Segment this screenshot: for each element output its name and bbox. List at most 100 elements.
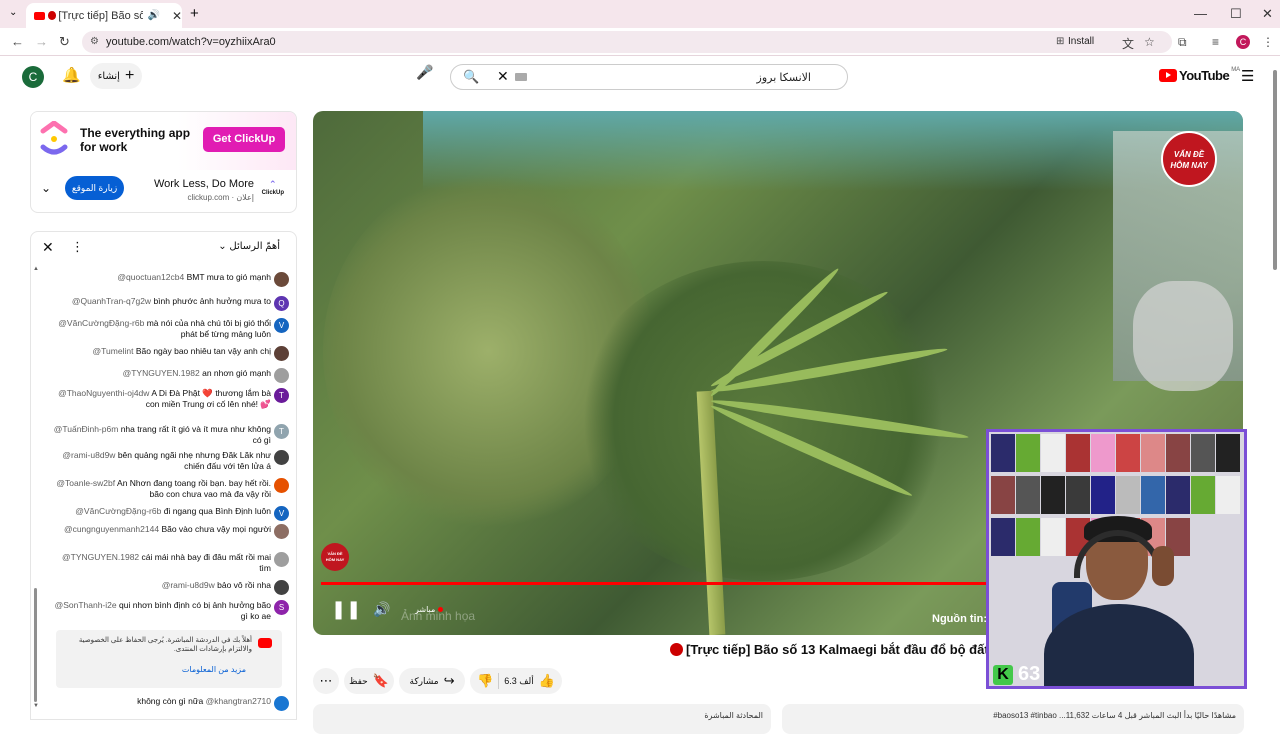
chat-author[interactable]: @VănCườngĐặng-r6b <box>75 506 161 516</box>
ad-banner[interactable]: The everything app for work Get ClickUp <box>31 112 296 170</box>
sponsored-ad-card[interactable]: The everything app for work Get ClickUp … <box>30 111 297 213</box>
chat-author[interactable]: @SonThanh-i2e <box>55 600 117 610</box>
live-red-dot-icon <box>670 643 683 656</box>
browser-profile-avatar[interactable]: C <box>1236 35 1250 49</box>
chat-avatar[interactable]: T <box>274 388 289 403</box>
chat-mode-label: أهمّ الرسائل <box>229 241 280 252</box>
chat-author[interactable]: @cungnguyenmanh2144 <box>64 524 159 534</box>
chat-avatar[interactable] <box>274 696 289 711</box>
chat-author[interactable]: @TuấnĐinh-p6m <box>54 424 119 434</box>
translate-icon[interactable]: 文 <box>1122 35 1134 52</box>
chat-avatar[interactable]: S <box>274 600 289 615</box>
voice-search-icon[interactable]: 🎤 <box>414 64 436 86</box>
chat-author[interactable]: @rami-u8d9w <box>162 580 215 590</box>
visit-site-button[interactable]: زيارة الموقع <box>65 176 124 200</box>
chat-author[interactable]: @khangtran2710 <box>206 696 271 706</box>
search-input[interactable]: 🔍 ✕ الانسكا بروز <box>450 64 848 90</box>
extensions-icon[interactable]: ⧉ <box>1178 35 1187 50</box>
clear-search-icon[interactable]: ✕ <box>497 68 509 85</box>
dislike-icon[interactable]: 👎 <box>477 673 493 689</box>
pause-icon[interactable]: ❚❚ <box>331 599 361 620</box>
live-indicator[interactable]: مباشر <box>415 605 444 614</box>
anime-poster <box>1216 476 1240 514</box>
maximize-icon[interactable]: ☐ <box>1230 6 1242 22</box>
chat-author[interactable]: @TYNGUYEN.1982 <box>62 552 139 562</box>
close-window-icon[interactable]: ✕ <box>1262 6 1273 22</box>
tab-close-icon[interactable]: ✕ <box>172 9 182 23</box>
live-chat-replay-box[interactable]: المحادثة المباشرة <box>313 704 771 734</box>
install-icon[interactable]: ⊞ <box>1056 36 1064 47</box>
browser-tab[interactable]: [Trực tiếp] Bão số 13 Kalmaegi 🔊 ✕ <box>26 3 182 28</box>
new-tab-button[interactable]: + <box>190 5 199 22</box>
chat-author[interactable]: @QuanhTran-q7g2w <box>72 296 151 306</box>
chat-avatar[interactable] <box>274 580 289 595</box>
scroll-up-icon[interactable]: ▲ <box>33 266 39 272</box>
chat-author[interactable]: @Tumelint <box>93 346 134 356</box>
chat-avatar[interactable] <box>274 346 289 361</box>
browser-menu-icon[interactable]: ⋮ <box>1262 35 1274 49</box>
forward-icon[interactable]: → <box>35 34 48 49</box>
ad-expand-chevron-icon[interactable]: ⌄ <box>41 181 51 195</box>
share-button[interactable]: مشاركة ↪ <box>399 668 465 694</box>
plus-icon: + <box>124 67 135 84</box>
chat-avatar[interactable] <box>274 524 289 539</box>
ad-title[interactable]: Work Less, Do More <box>154 178 254 190</box>
chat-scrollbar[interactable]: ▲ ▼ <box>33 266 39 710</box>
account-avatar[interactable]: C <box>22 66 44 88</box>
chat-author[interactable]: @TYNGUYEN.1982 <box>123 368 200 378</box>
chat-avatar[interactable]: V <box>274 506 289 521</box>
chat-avatar[interactable] <box>274 368 289 383</box>
scroll-down-icon[interactable]: ▼ <box>33 703 39 709</box>
chat-avatar[interactable]: T <box>274 424 289 439</box>
chat-more-icon[interactable]: ⋮ <box>71 239 84 255</box>
notice-text: أهلاً بك في الدردشة المباشرة. يُرجى الحف… <box>78 637 252 653</box>
guide-menu-icon[interactable]: ☰ <box>1241 67 1254 85</box>
learn-more-link[interactable]: مزيد من المعلومات <box>182 665 246 674</box>
chat-author[interactable]: @ThaoNguyenthi-oj4dw <box>58 388 149 398</box>
reading-list-icon[interactable]: ≡ <box>1212 35 1219 49</box>
source-caption: Nguồn tin: <box>932 613 987 625</box>
chat-author[interactable]: @quoctuan12cb4 <box>117 272 184 282</box>
like-icon[interactable]: 👍 <box>539 673 555 689</box>
create-button[interactable]: إنشاء + <box>90 63 142 89</box>
chat-author[interactable]: @VănCườngĐặng-r6b <box>58 318 144 328</box>
notifications-bell-icon[interactable]: 🔔 <box>62 66 81 84</box>
reload-icon[interactable]: ↻ <box>59 34 70 50</box>
chat-avatar[interactable] <box>274 450 289 465</box>
chat-avatar[interactable] <box>274 272 289 287</box>
chat-message-text: Bão vào chưa vậy mọi người <box>161 524 271 534</box>
chat-message: @Tumelint Bão ngày bao nhiêu tan vậy anh… <box>49 346 289 361</box>
minimize-icon[interactable]: — <box>1194 6 1207 21</box>
chat-avatar[interactable]: Q <box>274 296 289 311</box>
get-clickup-button[interactable]: Get ClickUp <box>203 127 285 152</box>
youtube-logo[interactable]: YouTube MA <box>1159 67 1240 83</box>
chat-avatar[interactable] <box>274 478 289 493</box>
chat-mode-dropdown[interactable]: أهمّ الرسائل ⌄ <box>218 241 280 252</box>
site-info-icon[interactable]: ⚙ <box>90 36 99 47</box>
tab-audio-icon[interactable]: 🔊 <box>147 10 159 21</box>
page-scroll-thumb[interactable] <box>1273 70 1277 270</box>
install-button[interactable]: Install <box>1068 36 1094 47</box>
bookmark-star-icon[interactable]: ☆ <box>1144 35 1155 49</box>
back-icon[interactable]: ← <box>11 34 24 49</box>
save-button[interactable]: حفظ 🔖 <box>344 668 394 694</box>
chat-scroll-thumb[interactable] <box>34 588 37 702</box>
ad-brand-logo: ⌃ ClickUp <box>261 179 284 196</box>
volume-icon[interactable]: 🔊 <box>373 601 390 618</box>
browser-tab-bar: ⌄ [Trực tiếp] Bão số 13 Kalmaegi 🔊 ✕ + —… <box>0 0 1280 28</box>
page-scrollbar[interactable] <box>1272 64 1278 720</box>
search-icon[interactable]: 🔍 <box>463 69 479 85</box>
tab-search-icon[interactable]: ⌄ <box>9 7 17 18</box>
anime-poster <box>1091 434 1115 472</box>
keyboard-icon[interactable] <box>515 73 527 81</box>
more-actions-button[interactable]: ⋯ <box>313 668 339 694</box>
chat-avatar[interactable]: V <box>274 318 289 333</box>
chat-avatar[interactable] <box>274 552 289 567</box>
address-bar-row: ← → ↻ ⚙ youtube.com/watch?v=oyzhiixAra0 … <box>0 28 1280 56</box>
url-field[interactable]: ⚙ youtube.com/watch?v=oyzhiixAra0 <box>82 31 1172 53</box>
close-chat-icon[interactable]: ✕ <box>42 239 54 256</box>
chat-author[interactable]: @rami-u8d9w <box>62 450 115 460</box>
description-box[interactable]: #baoso13 #tinbao ...11,632 مشاهدًا حاليً… <box>782 704 1244 734</box>
chat-author[interactable]: @Toanle-sw2bf <box>56 478 115 488</box>
anime-poster <box>1191 476 1215 514</box>
